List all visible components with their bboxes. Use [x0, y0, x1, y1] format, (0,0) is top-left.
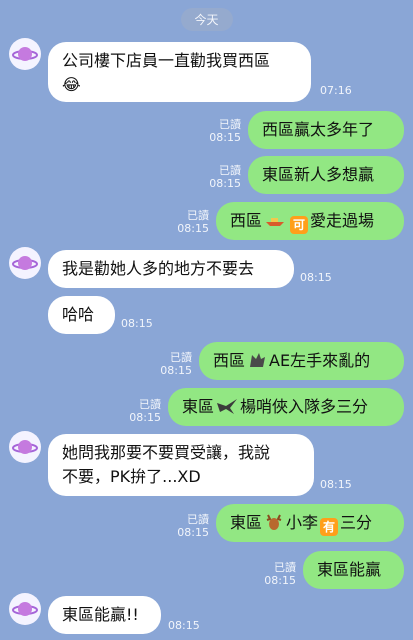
message-text: 西區: [213, 351, 246, 370]
read-receipt: 已讀: [170, 351, 192, 364]
message-text: 三分: [340, 513, 373, 532]
avatar[interactable]: [9, 431, 41, 463]
boat-icon: [266, 218, 285, 226]
message-meta: 已讀 08:15: [177, 513, 209, 539]
message-text: 楊哨俠入隊多三分: [240, 397, 369, 416]
planet-icon: [12, 440, 38, 454]
message-bubble-in[interactable]: 哈哈: [48, 296, 115, 334]
read-receipt: 已讀: [187, 513, 209, 526]
wolf-icon: [250, 353, 266, 367]
message-time: 08:15: [320, 478, 352, 491]
message-time: 08:15: [177, 526, 209, 539]
date-separator: 今天: [180, 8, 233, 31]
message-bubble-out[interactable]: 東區新人多想贏: [248, 156, 404, 194]
message-time: 08:15: [209, 177, 241, 190]
message-time: 08:15: [160, 364, 192, 377]
message-meta: 已讀 08:15: [264, 561, 296, 587]
message-bubble-out[interactable]: 東區 楊哨俠入隊多三分: [168, 388, 404, 426]
read-receipt: 已讀: [187, 209, 209, 222]
message-text: 愛走過場: [310, 211, 375, 230]
message-text: 哈哈: [62, 305, 95, 324]
read-receipt: 已讀: [219, 118, 241, 131]
message-bubble-out[interactable]: 西區贏太多年了: [248, 111, 404, 149]
message-text: 小李: [286, 513, 319, 532]
avatar[interactable]: [9, 247, 41, 279]
message-bubble-out[interactable]: 東區能贏: [303, 551, 404, 589]
message-time: 08:15: [168, 619, 200, 632]
emoji-you-badge: 有: [320, 518, 339, 536]
emoji: 😂: [62, 75, 81, 94]
message-text: 東區: [230, 513, 263, 532]
message-text: 東區新人多想贏: [262, 165, 375, 184]
message-bubble-in[interactable]: 公司樓下店員一直勸我買西區 😂: [48, 42, 311, 102]
read-receipt: 已讀: [139, 398, 161, 411]
message-text: 東區能贏!!: [62, 605, 139, 624]
emoji-ke-badge: 可: [290, 216, 309, 234]
read-receipt: 已讀: [274, 561, 296, 574]
avatar[interactable]: [9, 593, 41, 625]
planet-icon: [12, 602, 38, 616]
deer-icon: [266, 514, 282, 530]
message-text: 公司樓下店員一直勸我買西區: [62, 51, 271, 70]
message-bubble-out[interactable]: 西區 可愛走過場: [216, 202, 404, 240]
message-meta: 已讀 08:15: [129, 398, 161, 424]
eagle-icon: [217, 399, 238, 414]
message-bubble-in[interactable]: 東區能贏!!: [48, 596, 161, 634]
message-time: 08:15: [300, 271, 332, 284]
read-receipt: 已讀: [219, 164, 241, 177]
message-time: 08:15: [129, 411, 161, 424]
message-meta: 已讀 08:15: [177, 209, 209, 235]
message-bubble-out[interactable]: 東區 小李有三分: [216, 504, 404, 542]
message-time: 08:15: [264, 574, 296, 587]
message-time: 08:15: [121, 317, 153, 330]
avatar[interactable]: [9, 38, 41, 70]
message-text: 東區能贏: [317, 560, 382, 579]
planet-icon: [12, 47, 38, 61]
message-time: 08:15: [177, 222, 209, 235]
planet-icon: [12, 256, 38, 270]
message-bubble-in[interactable]: 我是勸她人多的地方不要去: [48, 250, 294, 288]
message-time: 08:15: [209, 131, 241, 144]
message-text: AE左手來亂的: [269, 351, 371, 370]
message-time: 07:16: [320, 84, 352, 97]
message-meta: 已讀 08:15: [209, 164, 241, 190]
message-text: 西區: [230, 211, 263, 230]
message-text: 西區贏太多年了: [262, 120, 375, 139]
message-meta: 已讀 08:15: [160, 351, 192, 377]
message-text: 東區: [182, 397, 215, 416]
message-text: 我是勸她人多的地方不要去: [62, 259, 255, 278]
message-bubble-in[interactable]: 她問我那要不要買受讓，我說 不要，PK拚了...XD: [48, 434, 314, 496]
message-text: 不要，PK拚了...XD: [62, 467, 201, 486]
message-text: 她問我那要不要買受讓，我說: [62, 443, 271, 462]
message-bubble-out[interactable]: 西區 AE左手來亂的: [199, 342, 404, 380]
message-meta: 已讀 08:15: [209, 118, 241, 144]
